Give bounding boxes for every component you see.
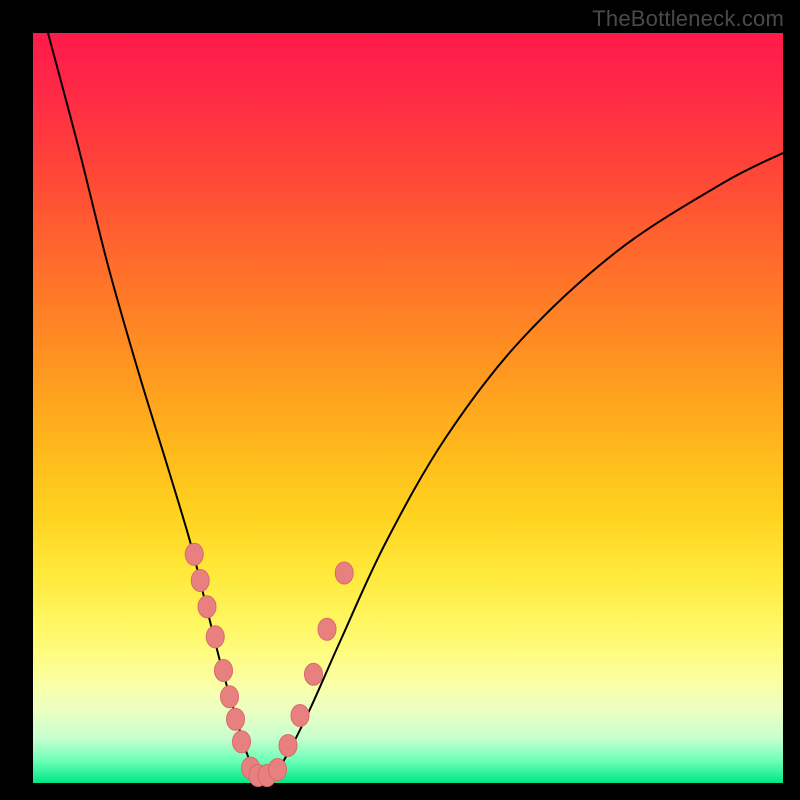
- marker-dot: [291, 705, 309, 727]
- marker-dot: [206, 626, 224, 648]
- chart-svg: [33, 33, 783, 783]
- marker-group: [185, 543, 353, 786]
- marker-dot: [198, 596, 216, 618]
- marker-dot: [279, 735, 297, 757]
- marker-dot: [191, 570, 209, 592]
- plot-area: [33, 33, 783, 783]
- marker-dot: [227, 708, 245, 730]
- marker-dot: [185, 543, 203, 565]
- chart-frame: TheBottleneck.com: [0, 0, 800, 800]
- marker-dot: [269, 759, 287, 781]
- marker-dot: [335, 562, 353, 584]
- marker-dot: [305, 663, 323, 685]
- curve-series: [48, 33, 783, 778]
- marker-dot: [318, 618, 336, 640]
- marker-dot: [215, 660, 233, 682]
- marker-dot: [221, 686, 239, 708]
- bottleneck-curve: [48, 33, 783, 778]
- watermark-text: TheBottleneck.com: [592, 6, 784, 32]
- marker-dot: [233, 731, 251, 753]
